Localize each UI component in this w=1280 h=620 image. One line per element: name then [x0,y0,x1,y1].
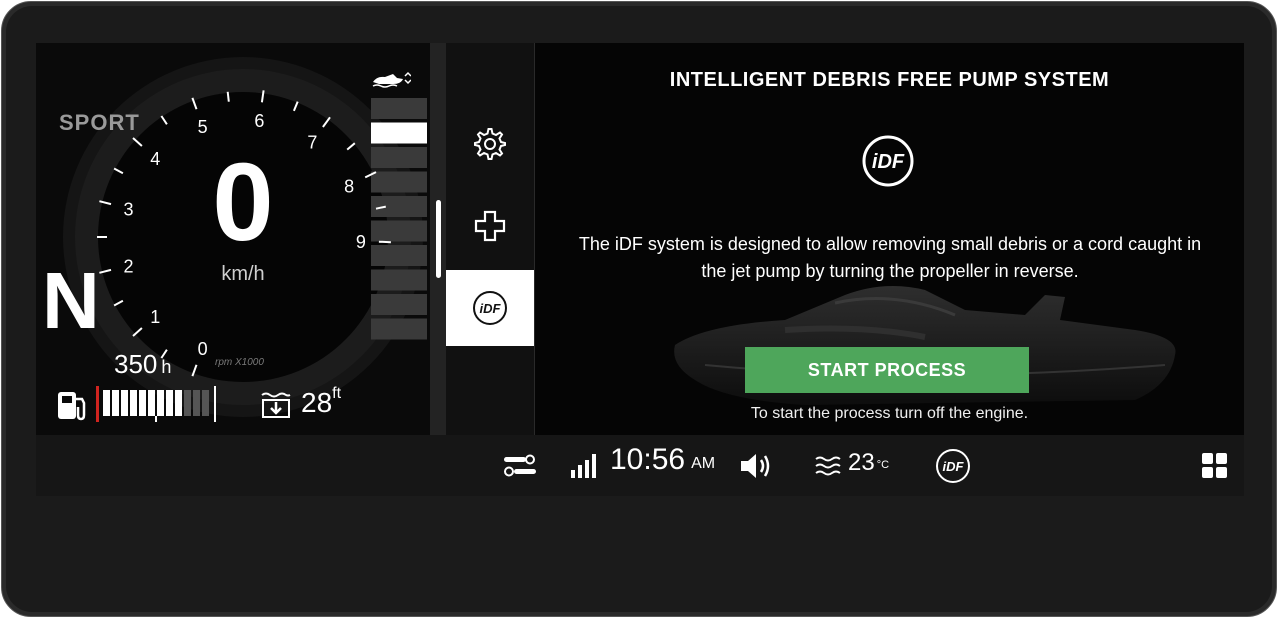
idf-logo: iDF [861,134,915,193]
fuel-segment [193,390,200,416]
rpm-scale-label: rpm X1000 [215,357,264,368]
depth-unit: ft [332,385,342,402]
fuel-segment [130,390,137,416]
trim-bar [371,171,427,193]
fuel-segment [184,390,191,416]
idf-logo-text: iDF [872,151,905,173]
plus-icon [474,210,506,242]
gear-indicator: N [42,256,100,345]
rpm-tick-label: 1 [150,307,160,327]
idf-status-icon[interactable]: iDF [935,448,971,484]
water-temp-value: 23 [848,449,875,476]
idf-panel: INTELLIGENT DEBRIS FREE PUMP SYSTEM iDF … [535,43,1244,435]
status-bar: 10:56 AM 23 °C iDF [36,435,1244,496]
volume-icon[interactable] [739,451,773,481]
depth-icon [260,391,292,424]
fuel-segment [202,390,209,416]
fuel-segment [139,390,146,416]
instrument-cluster: 0 1 2 3 4 5 6 7 8 9 SPORT N 0 km/h rpm X1000 350 h [36,43,430,435]
engine-off-hint: To start the process turn off the engine… [750,405,1029,422]
fuel-segment [148,390,155,416]
sidebar-item-health[interactable] [446,188,534,264]
sidebar-item-idf[interactable]: iDF [446,270,534,346]
engine-hours-value: 350 [114,349,158,379]
idf-icon: iDF [473,291,507,325]
fuel-segment [121,390,128,416]
speed-value: 0 [212,141,274,264]
clock-time: 10:56 [610,443,686,476]
rpm-tick-label: 9 [356,232,366,252]
apps-grid-icon[interactable] [1201,452,1229,480]
start-process-button[interactable]: START PROCESS [745,347,1029,393]
fuel-segments [103,390,209,416]
trim-bar-active [371,122,427,144]
fuel-segment [103,390,110,416]
rpm-tick-label: 7 [307,133,317,153]
idf-description: The iDF system is designed to allow remo… [578,234,1202,281]
jetski-image [674,286,1176,405]
sidebar-item-settings[interactable] [446,106,534,182]
trim-bar [371,220,427,242]
rpm-tick [226,91,230,102]
display-screen: 0123456789 SPORT N 0 km/h rpm X1000 350 h [36,43,1244,496]
key-icon[interactable] [503,454,537,478]
trim-bar [371,294,427,315]
rpm-tick-label: 0 [198,339,208,359]
water-depth: 28ft [301,385,342,419]
rpm-tick-label: 3 [123,200,133,220]
rpm-tick [378,240,391,244]
page-title: INTELLIGENT DEBRIS FREE PUMP SYSTEM [669,69,1110,91]
trim-bar [371,245,427,266]
water-temp-unit: °C [876,459,890,471]
status-idf-text: iDF [943,459,965,474]
rpm-tick-label: 2 [123,257,133,277]
trim-bar [371,98,427,119]
fuel-reserve-marker [96,386,99,422]
fuel-segment [112,390,119,416]
speed-unit: km/h [221,263,265,285]
rpm-tick-label: 5 [198,117,208,137]
rpm-tick-label: 8 [344,176,354,196]
trim-bar [371,318,427,340]
depth-value: 28 [301,387,333,418]
clock-ampm: AM [691,455,716,472]
gear-icon [474,128,506,160]
fuel-segment [157,390,164,416]
fuel-segment [166,390,173,416]
rpm-tick-label: 4 [150,149,160,169]
water-temperature: 23 °C [848,449,889,477]
water-temperature-icon [814,455,842,477]
engine-hours-unit: h [161,357,172,377]
engine-hours: 350 h [114,349,171,380]
sidebar-scrollbar[interactable] [436,200,441,278]
trim-bar [371,147,427,168]
fuel-level-bar [96,386,216,422]
trim-bar [371,269,427,291]
trim-bar [371,196,427,217]
fuel-segment [175,390,182,416]
rpm-tick-label: 6 [254,111,264,131]
fuel-pump-icon [56,389,90,426]
sidebar-idf-text: iDF [480,301,502,316]
signal-strength-icon [570,452,600,478]
jetski-trim-icon [371,70,412,95]
drive-mode-label: SPORT [59,110,140,135]
clock: 10:56 AM [610,443,715,477]
